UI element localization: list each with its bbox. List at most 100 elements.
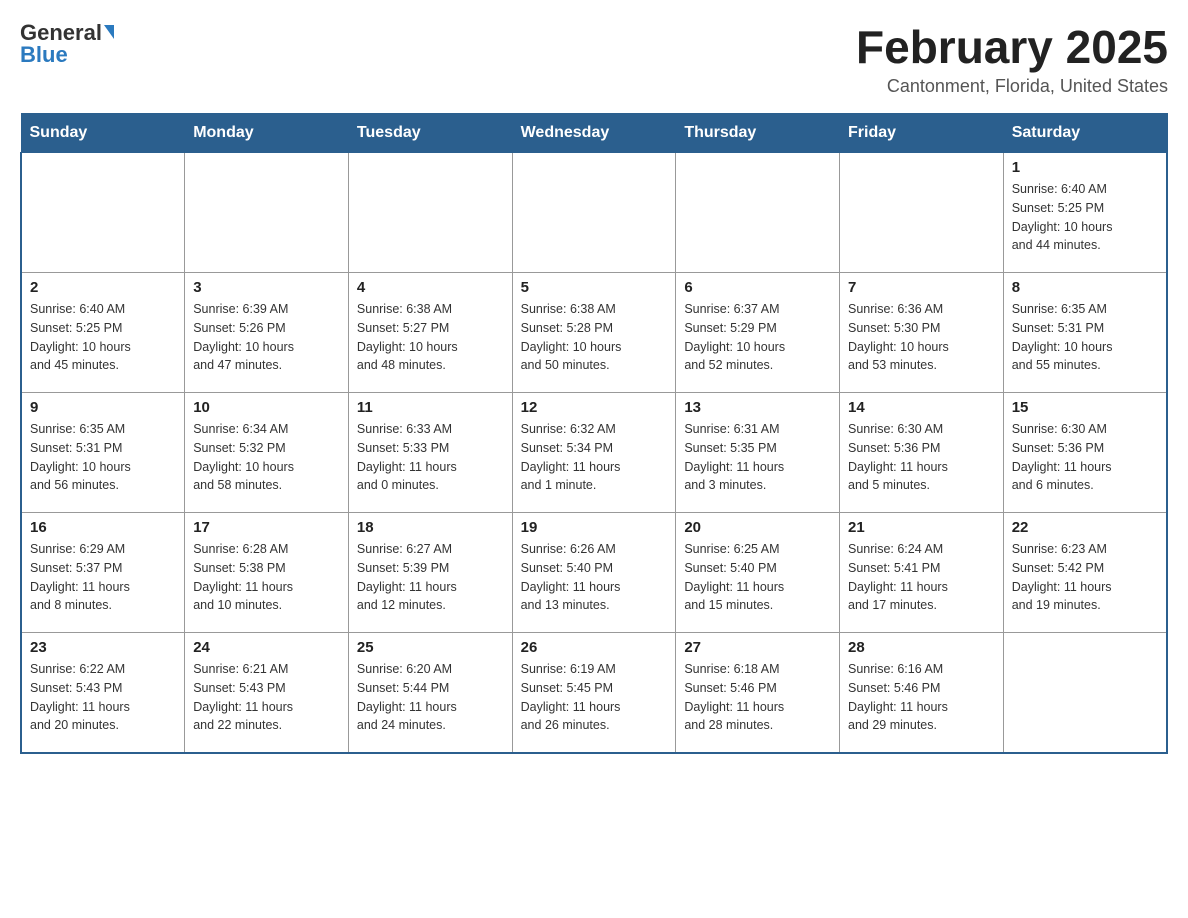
calendar-day-cell: 12Sunrise: 6:32 AMSunset: 5:34 PMDayligh… xyxy=(512,393,676,513)
day-info: Sunrise: 6:22 AMSunset: 5:43 PMDaylight:… xyxy=(30,660,176,735)
day-info: Sunrise: 6:32 AMSunset: 5:34 PMDaylight:… xyxy=(521,420,668,495)
calendar-header: SundayMondayTuesdayWednesdayThursdayFrid… xyxy=(21,114,1167,153)
calendar-day-cell xyxy=(512,153,676,273)
logo-arrow-icon xyxy=(104,25,114,39)
calendar-day-cell: 15 Sunrise: 6:30 AMSunset: 5:36 PMDayligh… xyxy=(1003,393,1167,513)
day-info: Sunrise: 6:20 AMSunset: 5:44 PMDaylight:… xyxy=(357,660,504,735)
calendar-day-cell: 7 Sunrise: 6:36 AMSunset: 5:30 PMDaylight… xyxy=(840,273,1004,393)
calendar-day-cell: 23 Sunrise: 6:22 AMSunset: 5:43 PMDayligh… xyxy=(21,633,185,753)
day-number: 7 xyxy=(848,279,995,296)
day-of-week-header: Friday xyxy=(840,114,1004,153)
day-number: 26 xyxy=(521,639,668,656)
day-of-week-header: Sunday xyxy=(21,114,185,153)
calendar-day-cell xyxy=(676,153,840,273)
calendar-day-cell: 26 Sunrise: 6:19 AMSunset: 5:45 PMDayligh… xyxy=(512,633,676,753)
day-number: 27 xyxy=(684,639,831,656)
day-number: 17 xyxy=(193,519,340,536)
day-info: Sunrise: 6:21 AMSunset: 5:43 PMDaylight:… xyxy=(193,660,340,735)
calendar-week-row: 2 Sunrise: 6:40 AMSunset: 5:25 PMDaylight… xyxy=(21,273,1167,393)
day-info: Sunrise: 6:24 AMSunset: 5:41 PMDaylight:… xyxy=(848,540,995,615)
day-info: Sunrise: 6:26 AMSunset: 5:40 PMDaylight:… xyxy=(521,540,668,615)
day-number: 9 xyxy=(30,399,176,416)
day-number: 14 xyxy=(848,399,995,416)
calendar-day-cell: 16 Sunrise: 6:29 AMSunset: 5:37 PMDayligh… xyxy=(21,513,185,633)
calendar-day-cell xyxy=(21,153,185,273)
calendar-day-cell xyxy=(840,153,1004,273)
day-info: Sunrise: 6:28 AMSunset: 5:38 PMDaylight:… xyxy=(193,540,340,615)
calendar-day-cell: 20 Sunrise: 6:25 AMSunset: 5:40 PMDayligh… xyxy=(676,513,840,633)
day-number: 20 xyxy=(684,519,831,536)
day-info: Sunrise: 6:37 AMSunset: 5:29 PMDaylight:… xyxy=(684,300,831,375)
day-info: Sunrise: 6:31 AMSunset: 5:35 PMDaylight:… xyxy=(684,420,831,495)
day-info: Sunrise: 6:23 AMSunset: 5:42 PMDaylight:… xyxy=(1012,540,1158,615)
calendar-week-row: 23 Sunrise: 6:22 AMSunset: 5:43 PMDayligh… xyxy=(21,633,1167,753)
day-number: 3 xyxy=(193,279,340,296)
calendar-day-cell: 1 Sunrise: 6:40 AMSunset: 5:25 PMDaylight… xyxy=(1003,153,1167,273)
day-info: Sunrise: 6:38 AMSunset: 5:27 PMDaylight:… xyxy=(357,300,504,375)
calendar-day-cell xyxy=(185,153,349,273)
day-info: Sunrise: 6:35 AMSunset: 5:31 PMDaylight:… xyxy=(30,420,176,495)
day-of-week-header: Wednesday xyxy=(512,114,676,153)
calendar-day-cell: 22Sunrise: 6:23 AMSunset: 5:42 PMDayligh… xyxy=(1003,513,1167,633)
day-number: 28 xyxy=(848,639,995,656)
calendar-day-cell: 4 Sunrise: 6:38 AMSunset: 5:27 PMDaylight… xyxy=(348,273,512,393)
title-block: February 2025 Cantonment, Florida, Unite… xyxy=(856,20,1168,97)
calendar-day-cell: 25 Sunrise: 6:20 AMSunset: 5:44 PMDayligh… xyxy=(348,633,512,753)
calendar-day-cell: 11 Sunrise: 6:33 AMSunset: 5:33 PMDayligh… xyxy=(348,393,512,513)
location-subtitle: Cantonment, Florida, United States xyxy=(856,76,1168,97)
calendar-day-cell: 28 Sunrise: 6:16 AMSunset: 5:46 PMDayligh… xyxy=(840,633,1004,753)
day-number: 19 xyxy=(521,519,668,536)
day-number: 1 xyxy=(1012,159,1158,176)
day-number: 11 xyxy=(357,399,504,416)
day-number: 8 xyxy=(1012,279,1158,296)
day-info: Sunrise: 6:18 AMSunset: 5:46 PMDaylight:… xyxy=(684,660,831,735)
day-number: 16 xyxy=(30,519,176,536)
day-info: Sunrise: 6:29 AMSunset: 5:37 PMDaylight:… xyxy=(30,540,176,615)
day-of-week-header: Tuesday xyxy=(348,114,512,153)
calendar-body: 1 Sunrise: 6:40 AMSunset: 5:25 PMDaylight… xyxy=(21,153,1167,753)
day-info: Sunrise: 6:40 AMSunset: 5:25 PMDaylight:… xyxy=(30,300,176,375)
calendar-day-cell: 5Sunrise: 6:38 AMSunset: 5:28 PMDaylight… xyxy=(512,273,676,393)
day-info: Sunrise: 6:35 AMSunset: 5:31 PMDaylight:… xyxy=(1012,300,1158,375)
day-info: Sunrise: 6:40 AMSunset: 5:25 PMDaylight:… xyxy=(1012,180,1158,255)
calendar-day-cell: 19 Sunrise: 6:26 AMSunset: 5:40 PMDayligh… xyxy=(512,513,676,633)
calendar-day-cell: 24Sunrise: 6:21 AMSunset: 5:43 PMDayligh… xyxy=(185,633,349,753)
day-number: 25 xyxy=(357,639,504,656)
logo: General Blue xyxy=(20,20,114,68)
day-of-week-header: Monday xyxy=(185,114,349,153)
calendar-day-cell: 10 Sunrise: 6:34 AMSunset: 5:32 PMDayligh… xyxy=(185,393,349,513)
day-info: Sunrise: 6:38 AMSunset: 5:28 PMDaylight:… xyxy=(521,300,668,375)
calendar-day-cell: 3Sunrise: 6:39 AMSunset: 5:26 PMDaylight… xyxy=(185,273,349,393)
calendar-day-cell: 13 Sunrise: 6:31 AMSunset: 5:35 PMDayligh… xyxy=(676,393,840,513)
day-number: 23 xyxy=(30,639,176,656)
calendar-day-cell: 8 Sunrise: 6:35 AMSunset: 5:31 PMDaylight… xyxy=(1003,273,1167,393)
day-of-week-header: Saturday xyxy=(1003,114,1167,153)
day-number: 13 xyxy=(684,399,831,416)
day-info: Sunrise: 6:16 AMSunset: 5:46 PMDaylight:… xyxy=(848,660,995,735)
day-of-week-header: Thursday xyxy=(676,114,840,153)
day-number: 4 xyxy=(357,279,504,296)
day-info: Sunrise: 6:33 AMSunset: 5:33 PMDaylight:… xyxy=(357,420,504,495)
days-of-week-row: SundayMondayTuesdayWednesdayThursdayFrid… xyxy=(21,114,1167,153)
page-header: General Blue February 2025 Cantonment, F… xyxy=(20,20,1168,97)
calendar-day-cell xyxy=(348,153,512,273)
day-number: 21 xyxy=(848,519,995,536)
calendar-day-cell: 27 Sunrise: 6:18 AMSunset: 5:46 PMDayligh… xyxy=(676,633,840,753)
day-info: Sunrise: 6:19 AMSunset: 5:45 PMDaylight:… xyxy=(521,660,668,735)
day-info: Sunrise: 6:36 AMSunset: 5:30 PMDaylight:… xyxy=(848,300,995,375)
calendar-week-row: 9 Sunrise: 6:35 AMSunset: 5:31 PMDaylight… xyxy=(21,393,1167,513)
calendar-day-cell: 14 Sunrise: 6:30 AMSunset: 5:36 PMDayligh… xyxy=(840,393,1004,513)
month-title: February 2025 xyxy=(856,20,1168,74)
day-info: Sunrise: 6:34 AMSunset: 5:32 PMDaylight:… xyxy=(193,420,340,495)
calendar-table: SundayMondayTuesdayWednesdayThursdayFrid… xyxy=(20,113,1168,754)
day-info: Sunrise: 6:30 AMSunset: 5:36 PMDaylight:… xyxy=(1012,420,1158,495)
day-number: 15 xyxy=(1012,399,1158,416)
day-number: 2 xyxy=(30,279,176,296)
day-number: 10 xyxy=(193,399,340,416)
calendar-day-cell: 18Sunrise: 6:27 AMSunset: 5:39 PMDayligh… xyxy=(348,513,512,633)
day-info: Sunrise: 6:25 AMSunset: 5:40 PMDaylight:… xyxy=(684,540,831,615)
calendar-day-cell xyxy=(1003,633,1167,753)
day-info: Sunrise: 6:30 AMSunset: 5:36 PMDaylight:… xyxy=(848,420,995,495)
calendar-week-row: 16 Sunrise: 6:29 AMSunset: 5:37 PMDayligh… xyxy=(21,513,1167,633)
calendar-day-cell: 21 Sunrise: 6:24 AMSunset: 5:41 PMDayligh… xyxy=(840,513,1004,633)
